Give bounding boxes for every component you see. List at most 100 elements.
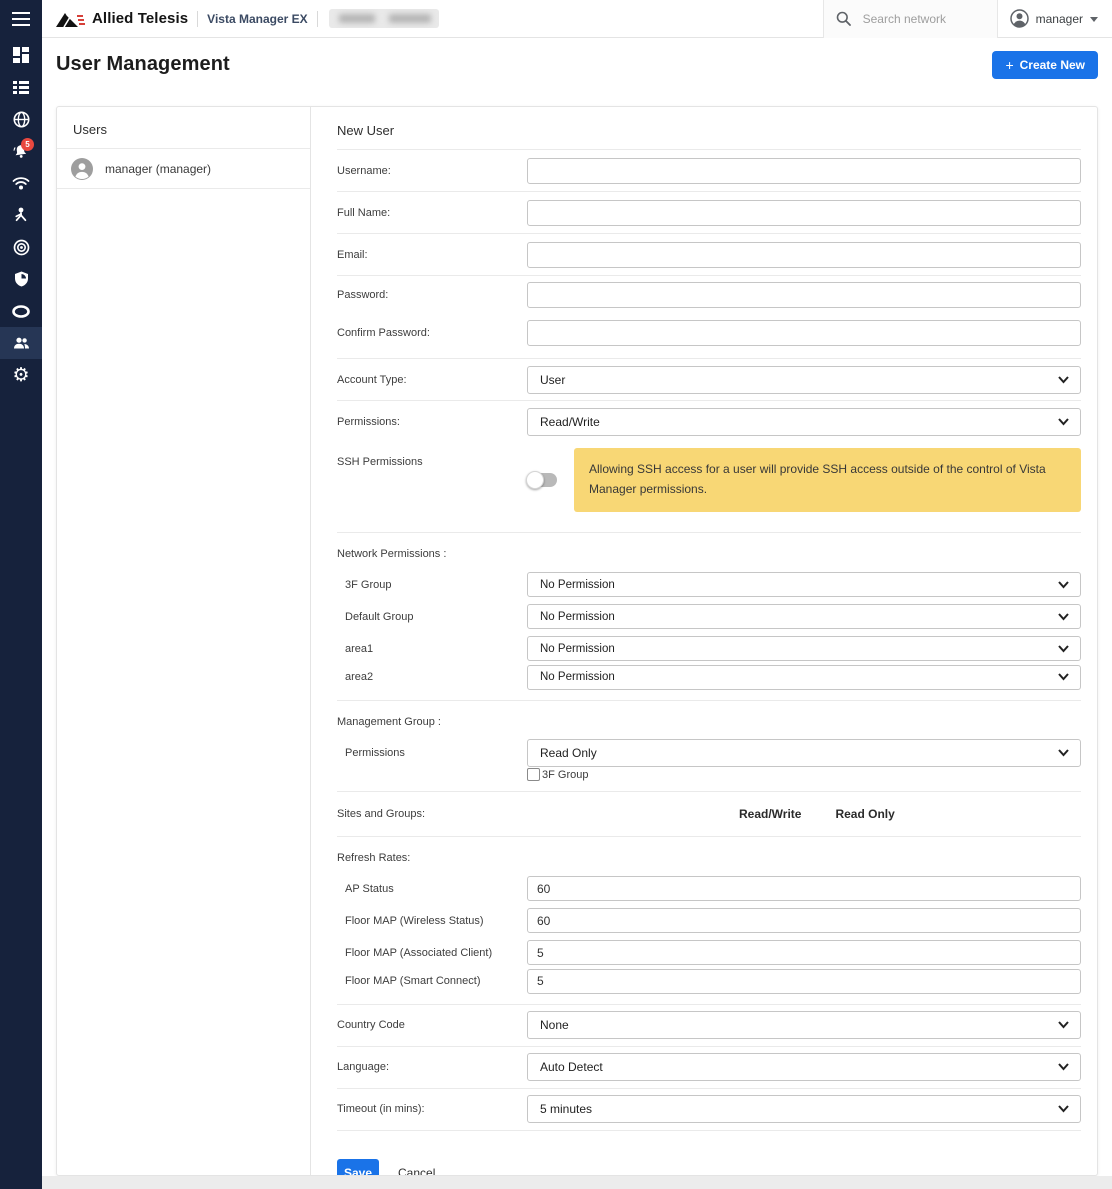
search-bar xyxy=(823,0,998,38)
save-button[interactable]: Save xyxy=(337,1159,379,1176)
chevron-down-icon xyxy=(1058,581,1069,589)
page-footer-background xyxy=(42,1176,1112,1189)
network-permission-value: No Permission xyxy=(540,579,615,591)
page-title: User Management xyxy=(56,53,230,76)
floor-map-associated-client-field[interactable] xyxy=(527,940,1081,965)
asset-management-icon xyxy=(13,81,29,94)
create-new-button[interactable]: + Create New xyxy=(992,51,1098,79)
ssh-toggle[interactable] xyxy=(527,473,557,487)
chevron-down-icon xyxy=(1058,673,1069,681)
users-panel-title: Users xyxy=(57,107,310,149)
chevron-down-icon xyxy=(1058,376,1069,384)
account-type-select[interactable]: User xyxy=(527,366,1081,394)
network-services-icon xyxy=(13,207,29,223)
sidebar-item-user-management[interactable] xyxy=(0,327,42,359)
network-permission-select-default-group[interactable]: No Permission xyxy=(527,604,1081,629)
sidebar-item-events[interactable]: 5 xyxy=(0,135,42,167)
security-icon xyxy=(14,271,29,287)
sites-col-read-only: Read Only xyxy=(835,807,894,821)
timeout-value: 5 minutes xyxy=(540,1102,592,1116)
wireless-icon xyxy=(12,176,30,190)
network-permission-row: area1 No Permission xyxy=(337,633,1081,665)
redacted-network-name xyxy=(329,9,439,28)
chevron-down-icon xyxy=(1090,17,1098,22)
users-panel: Users manager (manager) xyxy=(57,107,311,1175)
avatar xyxy=(71,158,93,180)
username-field[interactable] xyxy=(527,158,1081,184)
product-name: Vista Manager EX xyxy=(207,12,308,26)
sidebar-item-sdwan[interactable] xyxy=(0,231,42,263)
refresh-rate-row: Floor MAP (Smart Connect) xyxy=(337,969,1081,1004)
language-select[interactable]: Auto Detect xyxy=(527,1053,1081,1081)
sidebar: 5 xyxy=(0,0,42,1189)
sidebar-item-security[interactable] xyxy=(0,263,42,295)
network-map-icon xyxy=(13,111,30,128)
network-group-label: area2 xyxy=(337,671,527,683)
refresh-rate-label: Floor MAP (Smart Connect) xyxy=(337,975,527,987)
permissions-value: Read/Write xyxy=(540,415,600,429)
password-field[interactable] xyxy=(527,282,1081,308)
group-checkbox[interactable] xyxy=(527,768,540,781)
permissions-label: Permissions: xyxy=(337,416,527,428)
country-code-select[interactable]: None xyxy=(527,1011,1081,1039)
sidebar-item-network-map[interactable] xyxy=(0,103,42,135)
management-permissions-select[interactable]: Read Only xyxy=(527,739,1081,767)
main-area: Allied Telesis Vista Manager EX xyxy=(42,0,1112,1189)
sidebar-item-asset-management[interactable] xyxy=(0,71,42,103)
sidebar-item-wireless[interactable] xyxy=(0,167,42,199)
refresh-rates-label: Refresh Rates: xyxy=(337,837,1081,873)
new-user-form: New User Username: Full Name: Email: xyxy=(311,107,1097,1175)
network-permission-row: 3F Group No Permission xyxy=(337,569,1081,601)
sites-and-groups-label: Sites and Groups: xyxy=(337,808,527,820)
form-actions: Save Cancel xyxy=(337,1131,1081,1176)
language-label: Language: xyxy=(337,1061,527,1073)
sidebar-menu-button[interactable] xyxy=(0,0,42,38)
network-permission-select-area1[interactable]: No Permission xyxy=(527,636,1081,661)
full-name-field[interactable] xyxy=(527,200,1081,226)
network-permission-select-area2[interactable]: No Permission xyxy=(527,665,1081,690)
floor-map-smart-connect-field[interactable] xyxy=(527,969,1081,994)
chevron-down-icon xyxy=(1058,1021,1069,1029)
email-field[interactable] xyxy=(527,242,1081,268)
network-group-label: 3F Group xyxy=(337,579,527,591)
sidebar-item-cloud[interactable] xyxy=(0,295,42,327)
permissions-select[interactable]: Read/Write xyxy=(527,408,1081,436)
full-name-label: Full Name: xyxy=(337,207,527,219)
toggle-knob xyxy=(526,471,544,489)
cancel-button[interactable]: Cancel xyxy=(398,1166,435,1176)
sdwan-icon xyxy=(13,239,30,256)
network-permission-select-3f-group[interactable]: No Permission xyxy=(527,572,1081,597)
account-type-value: User xyxy=(540,373,565,387)
password-row: Password: xyxy=(337,276,1081,314)
allied-telesis-logo-icon xyxy=(55,8,85,30)
country-code-label: Country Code xyxy=(337,1019,527,1031)
user-list-item[interactable]: manager (manager) xyxy=(57,149,310,189)
search-input[interactable] xyxy=(861,11,979,27)
sidebar-item-network-services[interactable] xyxy=(0,199,42,231)
plus-icon: + xyxy=(1005,57,1013,73)
network-group-label: Default Group xyxy=(337,611,527,623)
confirm-password-field[interactable] xyxy=(527,320,1081,346)
sidebar-item-dashboard[interactable] xyxy=(0,39,42,71)
network-permission-row: Default Group No Permission xyxy=(337,601,1081,633)
floor-map-wireless-status-field[interactable] xyxy=(527,908,1081,933)
chevron-down-icon xyxy=(1058,613,1069,621)
user-management-icon xyxy=(13,336,30,350)
dashboard-icon xyxy=(13,47,29,63)
timeout-select[interactable]: 5 minutes xyxy=(527,1095,1081,1123)
chevron-down-icon xyxy=(1058,749,1069,757)
language-row: Language: Auto Detect xyxy=(337,1047,1081,1088)
management-group-checkbox-row: 3F Group xyxy=(337,765,1081,791)
management-group-label: Management Group : xyxy=(337,701,1081,737)
ssh-permissions-row: SSH Permissions Allowing SSH access for … xyxy=(337,442,1081,532)
ap-status-field[interactable] xyxy=(527,876,1081,901)
network-permission-row: area2 No Permission xyxy=(337,665,1081,700)
create-new-label: Create New xyxy=(1020,58,1085,72)
sidebar-item-system-settings[interactable]: ⚙ xyxy=(0,359,42,391)
chevron-down-icon xyxy=(1058,418,1069,426)
user-menu[interactable]: manager xyxy=(998,9,1112,28)
ssh-warning-text: Allowing SSH access for a user will prov… xyxy=(574,448,1081,512)
search-icon xyxy=(836,11,851,26)
notification-badge: 5 xyxy=(21,138,34,151)
cloud-icon xyxy=(12,305,30,318)
